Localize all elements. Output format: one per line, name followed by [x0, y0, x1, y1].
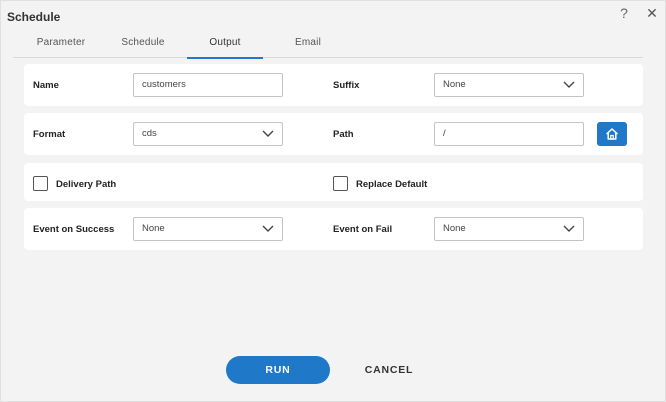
path-browse-button[interactable] — [597, 122, 627, 146]
home-icon — [605, 128, 619, 140]
replace-default-checkbox[interactable] — [333, 176, 348, 191]
tab-bar: Parameter Schedule Output Email — [13, 31, 643, 59]
cancel-button[interactable]: CANCEL — [346, 356, 432, 384]
suffix-select[interactable]: None — [434, 73, 584, 97]
event-success-value: None — [142, 223, 165, 234]
name-label: Name — [33, 80, 59, 91]
event-fail-value: None — [443, 223, 466, 234]
suffix-label: Suffix — [333, 80, 360, 91]
event-success-select[interactable]: None — [133, 217, 283, 241]
name-input[interactable]: customers — [133, 73, 283, 97]
close-icon[interactable]: ✕ — [645, 5, 659, 21]
form-row-format: Format cds Path / — [24, 113, 643, 155]
schedule-dialog: Schedule ? ✕ Parameter Schedule Output E… — [0, 0, 666, 402]
chevron-down-icon — [563, 81, 575, 88]
chevron-down-icon — [262, 130, 274, 137]
form-row-name: Name customers Suffix None — [24, 64, 643, 106]
tab-email[interactable]: Email — [270, 31, 346, 58]
path-input[interactable]: / — [434, 122, 584, 146]
format-value: cds — [142, 128, 157, 139]
form-row-events: Event on Success None Event on Fail None — [24, 208, 643, 250]
delivery-path-label: Delivery Path — [56, 179, 117, 190]
suffix-value: None — [443, 79, 466, 90]
help-icon[interactable]: ? — [617, 5, 631, 21]
tab-parameter[interactable]: Parameter — [23, 31, 99, 58]
event-fail-label: Event on Fail — [333, 224, 393, 235]
path-label: Path — [333, 129, 354, 140]
format-label: Format — [33, 129, 66, 140]
chevron-down-icon — [563, 225, 575, 232]
tab-output[interactable]: Output — [187, 31, 263, 59]
replace-default-label: Replace Default — [356, 179, 428, 190]
chevron-down-icon — [262, 225, 274, 232]
form-row-checkboxes: Delivery Path Replace Default — [24, 163, 643, 201]
dialog-title: Schedule — [7, 10, 61, 24]
run-button[interactable]: RUN — [226, 356, 330, 384]
tab-schedule[interactable]: Schedule — [105, 31, 181, 58]
format-select[interactable]: cds — [133, 122, 283, 146]
event-fail-select[interactable]: None — [434, 217, 584, 241]
event-success-label: Event on Success — [33, 224, 115, 235]
delivery-path-checkbox[interactable] — [33, 176, 48, 191]
